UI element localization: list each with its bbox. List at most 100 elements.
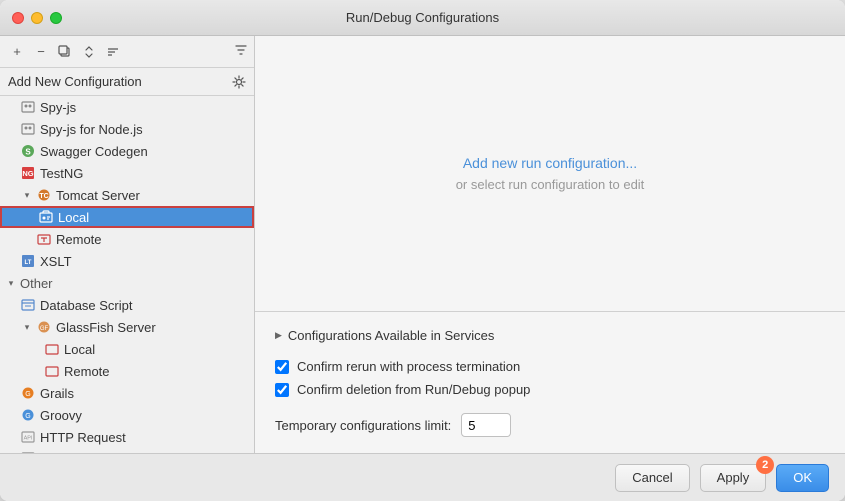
testng-icon: NG bbox=[20, 165, 36, 181]
http-item[interactable]: API HTTP Request bbox=[0, 426, 254, 448]
confirm-rerun-checkbox[interactable] bbox=[275, 360, 289, 374]
grails-item[interactable]: G Grails bbox=[0, 382, 254, 404]
tomcat-server-item[interactable]: ▾ TC Tomcat Server bbox=[0, 184, 254, 206]
sort-icon bbox=[106, 45, 120, 59]
glassfish-local-icon bbox=[44, 341, 60, 357]
grails-icon: G bbox=[20, 385, 36, 401]
tomcat-chevron: ▾ bbox=[20, 190, 34, 201]
grails-label: Grails bbox=[40, 386, 74, 401]
glassfish-local-label: Local bbox=[64, 342, 95, 357]
sorter-icon bbox=[234, 43, 248, 60]
maximize-button[interactable] bbox=[50, 12, 62, 24]
xslt-label: XSLT bbox=[40, 254, 72, 269]
checkboxes-section: Confirm rerun with process termination C… bbox=[275, 359, 825, 397]
right-bottom: ▶ Configurations Available in Services C… bbox=[255, 311, 845, 453]
settings-icon bbox=[232, 75, 246, 89]
db-script-item[interactable]: Database Script bbox=[0, 294, 254, 316]
other-section[interactable]: ▾ Other bbox=[0, 272, 254, 294]
spy-js-node-icon bbox=[20, 121, 36, 137]
list-item[interactable]: S Swagger Codegen bbox=[0, 140, 254, 162]
tomcat-remote-label: Remote bbox=[56, 232, 102, 247]
tomcat-local-item[interactable]: Local bbox=[0, 206, 254, 228]
move-config-button[interactable] bbox=[78, 41, 100, 63]
groovy-item[interactable]: G Groovy bbox=[0, 404, 254, 426]
glassfish-remote-item[interactable]: Remote bbox=[0, 360, 254, 382]
svg-text:S: S bbox=[25, 148, 31, 157]
list-item[interactable]: Spy-js for Node.js bbox=[0, 118, 254, 140]
tomcat-local-icon bbox=[38, 209, 54, 225]
tomcat-remote-icon bbox=[36, 231, 52, 247]
add-config-link[interactable]: Add new run configuration... bbox=[463, 155, 637, 171]
spy-js-icon bbox=[20, 99, 36, 115]
close-button[interactable] bbox=[12, 12, 24, 24]
http-label: HTTP Request bbox=[40, 430, 126, 445]
sort-config-button[interactable] bbox=[102, 41, 124, 63]
services-header[interactable]: ▶ Configurations Available in Services bbox=[275, 328, 825, 343]
svg-text:LT: LT bbox=[25, 260, 32, 266]
testng-label: TestNG bbox=[40, 166, 83, 181]
confirm-rerun-label: Confirm rerun with process termination bbox=[297, 359, 520, 374]
content-area: + − bbox=[0, 36, 845, 453]
svg-text:G: G bbox=[25, 413, 30, 420]
http-icon: API bbox=[20, 429, 36, 445]
bottom-bar: Cancel Apply 2 OK bbox=[0, 453, 845, 501]
apply-button-wrapper: Apply 2 bbox=[700, 464, 767, 492]
glassfish-label: GlassFish Server bbox=[56, 320, 156, 335]
copy-icon bbox=[58, 45, 72, 59]
apply-badge: 2 bbox=[756, 456, 774, 474]
svg-text:API: API bbox=[24, 436, 33, 442]
groovy-label: Groovy bbox=[40, 408, 82, 423]
tomcat-icon: TC bbox=[36, 187, 52, 203]
swagger-label: Swagger Codegen bbox=[40, 144, 148, 159]
glassfish-icon: GF bbox=[36, 319, 52, 335]
tomcat-label: Tomcat Server bbox=[56, 188, 140, 203]
add-config-label: Add New Configuration bbox=[8, 74, 142, 89]
glassfish-local-item[interactable]: Local bbox=[0, 338, 254, 360]
or-text: or select run configuration to edit bbox=[456, 177, 645, 192]
glassfish-item[interactable]: ▾ GF GlassFish Server bbox=[0, 316, 254, 338]
xslt-icon: LT bbox=[20, 253, 36, 269]
minimize-button[interactable] bbox=[31, 12, 43, 24]
config-list[interactable]: Spy-js Spy-js for Node.js S Swagger Code… bbox=[0, 96, 254, 453]
services-section: ▶ Configurations Available in Services bbox=[275, 328, 825, 343]
xslt-item[interactable]: LT XSLT bbox=[0, 250, 254, 272]
confirm-deletion-label: Confirm deletion from Run/Debug popup bbox=[297, 382, 530, 397]
list-item[interactable]: Spy-js bbox=[0, 96, 254, 118]
svg-text:GF: GF bbox=[40, 326, 49, 332]
confirm-deletion-checkbox[interactable] bbox=[275, 383, 289, 397]
other-chevron: ▾ bbox=[4, 278, 18, 289]
add-config-header: Add New Configuration bbox=[0, 68, 254, 96]
left-panel: + − bbox=[0, 36, 255, 453]
right-empty-state: Add new run configuration... or select r… bbox=[255, 36, 845, 311]
ok-button[interactable]: OK bbox=[776, 464, 829, 492]
list-item[interactable]: NG TestNG bbox=[0, 162, 254, 184]
move-icon bbox=[82, 45, 96, 59]
copy-config-button[interactable] bbox=[54, 41, 76, 63]
checkbox-row-2: Confirm deletion from Run/Debug popup bbox=[275, 382, 825, 397]
temp-config-row: Temporary configurations limit: 5 bbox=[275, 413, 825, 437]
window-title: Run/Debug Configurations bbox=[346, 10, 499, 25]
svg-text:TC: TC bbox=[39, 193, 48, 200]
spy-js-node-label: Spy-js for Node.js bbox=[40, 122, 143, 137]
checkbox-row-1: Confirm rerun with process termination bbox=[275, 359, 825, 374]
services-chevron: ▶ bbox=[275, 330, 282, 341]
tomcat-remote-item[interactable]: Remote bbox=[0, 228, 254, 250]
cancel-button[interactable]: Cancel bbox=[615, 464, 689, 492]
swagger-icon: S bbox=[20, 143, 36, 159]
glassfish-chevron: ▾ bbox=[20, 322, 34, 333]
svg-text:NG: NG bbox=[22, 169, 33, 178]
remove-config-button[interactable]: − bbox=[30, 41, 52, 63]
db-script-icon bbox=[20, 297, 36, 313]
services-label: Configurations Available in Services bbox=[288, 328, 494, 343]
glassfish-remote-label: Remote bbox=[64, 364, 110, 379]
traffic-lights bbox=[12, 12, 62, 24]
spy-js-label: Spy-js bbox=[40, 100, 76, 115]
main-window: Run/Debug Configurations + − bbox=[0, 0, 845, 501]
add-config-button[interactable]: + bbox=[6, 41, 28, 63]
temp-config-input[interactable]: 5 bbox=[461, 413, 511, 437]
temp-config-label: Temporary configurations limit: bbox=[275, 418, 451, 433]
other-label: Other bbox=[20, 276, 53, 291]
right-panel: Add new run configuration... or select r… bbox=[255, 36, 845, 453]
groovy-icon: G bbox=[20, 407, 36, 423]
db-script-label: Database Script bbox=[40, 298, 133, 313]
